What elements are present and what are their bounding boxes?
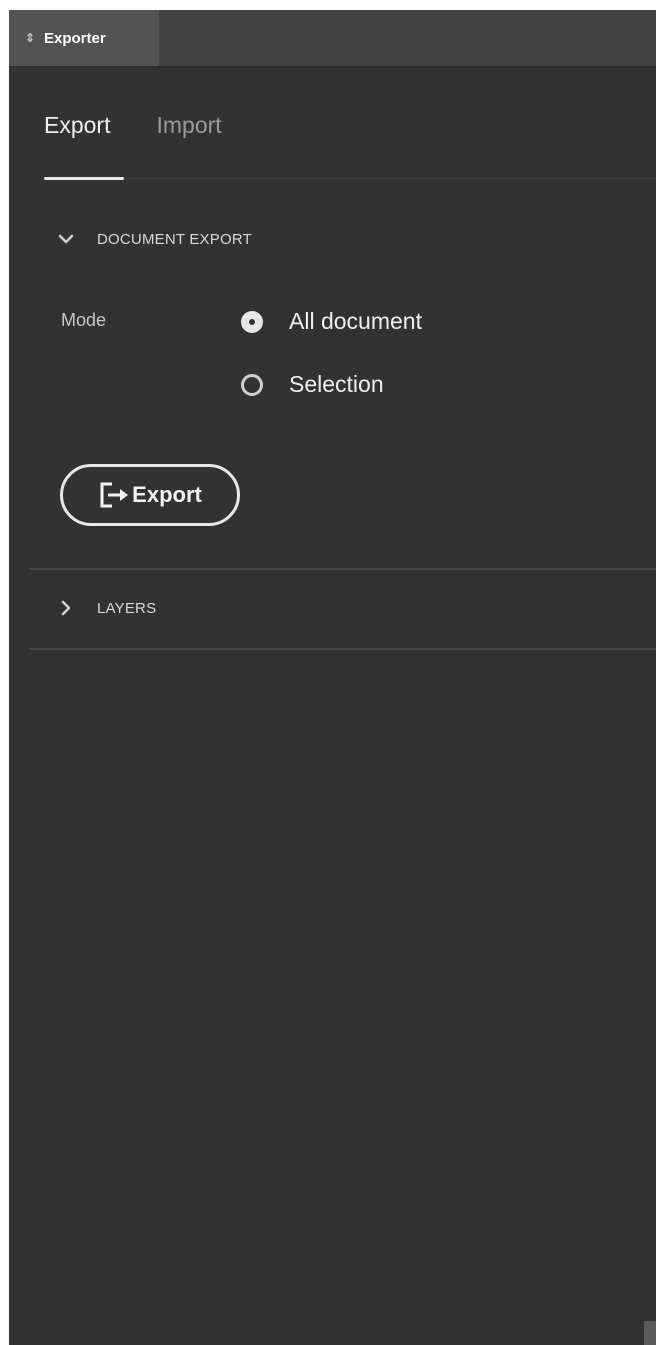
radio-label-selection: Selection xyxy=(289,371,384,397)
section-title-document-export: DOCUMENT EXPORT xyxy=(97,230,252,248)
radio-selection[interactable]: Selection xyxy=(241,371,384,398)
active-tab-indicator xyxy=(44,177,124,180)
panel-tab-exporter[interactable]: ⇕ Exporter xyxy=(9,10,159,66)
export-button-label: Export xyxy=(132,482,202,507)
section-header-document-export[interactable]: DOCUMENT EXPORT xyxy=(57,230,252,248)
export-button[interactable]: Export xyxy=(60,464,240,526)
radio-unchecked-icon[interactable] xyxy=(241,373,263,396)
radio-all-document[interactable]: All document xyxy=(241,308,422,335)
section-divider xyxy=(29,648,656,650)
tab-bar: Export Import xyxy=(44,112,268,152)
section-divider xyxy=(29,568,656,570)
panel-header: ⇕ Exporter xyxy=(9,10,656,67)
radio-label-all-document: All document xyxy=(289,308,422,334)
chevron-right-icon xyxy=(57,599,75,617)
export-arrow-icon xyxy=(98,480,130,510)
tabs-divider xyxy=(44,178,656,179)
panel-title: Exporter xyxy=(44,29,106,47)
section-title-layers: LAYERS xyxy=(97,599,157,617)
tab-export[interactable]: Export xyxy=(44,112,110,152)
mode-label: Mode xyxy=(61,310,107,330)
resize-grip[interactable] xyxy=(644,1321,656,1345)
updown-arrows-icon[interactable]: ⇕ xyxy=(25,31,35,45)
section-header-layers[interactable]: LAYERS xyxy=(57,599,156,617)
radio-checked-icon[interactable] xyxy=(241,310,263,333)
exporter-panel: ⇕ Exporter Export Import DOCUMENT EXPORT… xyxy=(9,10,656,1345)
tab-import[interactable]: Import xyxy=(156,112,221,152)
chevron-down-icon xyxy=(57,230,75,248)
